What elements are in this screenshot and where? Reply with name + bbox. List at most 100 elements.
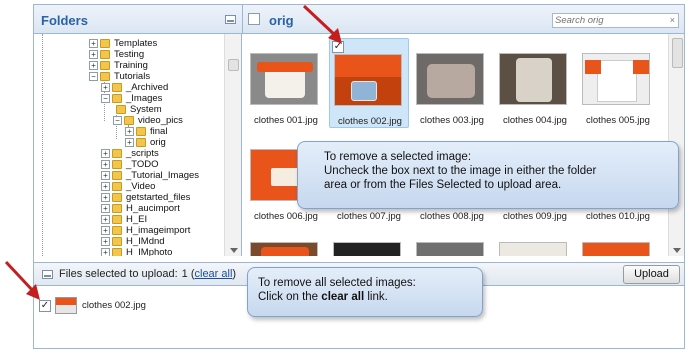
- tree-item-label: H_IMphoto: [126, 247, 173, 256]
- expand-icon[interactable]: +: [101, 182, 110, 191]
- folder-icon: [112, 193, 122, 202]
- image-thumbnail: [582, 53, 650, 105]
- grid-scroll-thumb[interactable]: [672, 38, 683, 68]
- image-thumbnail: [334, 54, 402, 106]
- tree-item-label: H_EI: [126, 214, 148, 225]
- orig-title: orig: [269, 13, 294, 28]
- tree-item-label: orig: [150, 137, 166, 148]
- callout-text: Click on the: [258, 291, 319, 303]
- selected-files-title: Files selected to upload: 1 (clear all): [59, 268, 237, 280]
- image-tile[interactable]: clothes 001.jpg: [246, 38, 326, 128]
- image-thumbnail: [499, 242, 567, 256]
- folder-icon: [100, 61, 110, 70]
- folder-icon: [112, 248, 122, 256]
- expand-icon[interactable]: +: [125, 127, 134, 136]
- tree-scroll-thumb[interactable]: [228, 59, 239, 71]
- scroll-down-icon[interactable]: [673, 248, 681, 253]
- red-arrow-icon: [4, 260, 40, 300]
- expand-icon[interactable]: +: [101, 215, 110, 224]
- callout-remove-selected: To remove a selected image: Uncheck the …: [297, 141, 679, 209]
- folder-icon: [112, 94, 122, 103]
- folder-icon: [124, 116, 134, 125]
- expand-icon[interactable]: +: [101, 171, 110, 180]
- tree-item-label: System: [130, 104, 162, 115]
- tree-item-label: _TODO: [126, 159, 159, 170]
- image-filename: clothes 007.jpg: [337, 211, 401, 222]
- callout-line: To remove a selected image:: [324, 151, 472, 163]
- tree-item-label: _Video: [126, 181, 156, 192]
- image-tile[interactable]: [246, 227, 326, 256]
- tree-item-label: H_IMdnd: [126, 236, 165, 247]
- image-filename: clothes 001.jpg: [254, 115, 318, 126]
- image-tile[interactable]: [578, 227, 658, 256]
- tree-item-label: _Archived: [126, 82, 169, 93]
- image-thumbnail: [250, 53, 318, 105]
- folder-icon: [136, 138, 146, 147]
- tree-item-label: getstarted_files: [126, 192, 191, 203]
- image-thumbnail: [333, 242, 401, 256]
- image-thumbnail: [416, 242, 484, 256]
- folder-icon: [112, 226, 122, 235]
- search-box[interactable]: ×: [552, 13, 679, 28]
- folder-icon: [116, 105, 126, 114]
- folder-icon: [112, 204, 122, 213]
- folder-icon: [136, 127, 146, 136]
- callout-text: link.: [367, 291, 388, 303]
- tree-item-label: Testing: [114, 49, 145, 60]
- selected-file-thumbnail: [55, 297, 77, 314]
- expand-icon[interactable]: +: [101, 83, 110, 92]
- tree-item-label: Training: [114, 60, 148, 71]
- expand-icon[interactable]: +: [89, 39, 98, 48]
- expand-icon[interactable]: +: [101, 160, 110, 169]
- image-filename: clothes 003.jpg: [420, 115, 484, 126]
- collapse-icon[interactable]: −: [101, 94, 110, 103]
- image-tile[interactable]: clothes 004.jpg: [495, 38, 575, 128]
- expand-icon[interactable]: +: [101, 226, 110, 235]
- red-arrow-icon: [302, 4, 342, 44]
- selected-count: 1: [181, 268, 188, 280]
- upload-button[interactable]: Upload: [623, 265, 680, 284]
- folder-icon: [100, 39, 110, 48]
- callout-line: Click on the clear all link.: [258, 290, 482, 304]
- folder-icon: [100, 72, 110, 81]
- image-filename: clothes 006.jpg: [254, 211, 318, 222]
- callout-line: To remove all selected images:: [258, 277, 416, 289]
- callout-bold-text: clear all: [321, 291, 365, 303]
- expand-icon[interactable]: +: [101, 193, 110, 202]
- image-filename: clothes 009.jpg: [503, 211, 567, 222]
- tree-item-label: H_aucimport: [126, 203, 180, 214]
- selected-files-label: Files selected to upload:: [59, 268, 178, 280]
- image-filename: clothes 005.jpg: [586, 115, 650, 126]
- image-filename: clothes 004.jpg: [503, 115, 567, 126]
- image-tile-selected[interactable]: ✓ clothes 002.jpg: [329, 38, 409, 128]
- clear-all-link[interactable]: clear all: [195, 268, 233, 280]
- folders-header: Folders: [33, 4, 242, 34]
- image-tile[interactable]: clothes 005.jpg: [578, 38, 658, 128]
- image-tile[interactable]: clothes 003.jpg: [412, 38, 492, 128]
- expand-icon[interactable]: +: [101, 237, 110, 246]
- folder-tree: + Templates + Testing + Training − Tutor…: [33, 34, 242, 256]
- tree-item-label: Tutorials: [114, 71, 151, 82]
- expand-icon[interactable]: +: [101, 248, 110, 256]
- clear-search-icon[interactable]: ×: [670, 15, 675, 25]
- tree-item-label: video_pics: [138, 115, 183, 126]
- image-filename: clothes 002.jpg: [338, 116, 402, 127]
- expand-icon[interactable]: +: [89, 61, 98, 70]
- tree-item-label: Templates: [114, 38, 158, 49]
- image-tile[interactable]: [412, 227, 492, 256]
- search-input[interactable]: [555, 14, 665, 27]
- select-all-checkbox[interactable]: [248, 13, 260, 25]
- expand-icon[interactable]: +: [125, 138, 134, 147]
- image-tile[interactable]: [329, 227, 409, 256]
- minimize-icon[interactable]: [225, 15, 236, 24]
- expand-icon[interactable]: +: [101, 204, 110, 213]
- collapse-icon[interactable]: −: [89, 72, 98, 81]
- page-root: Folders + Templates + Testing + Training…: [0, 0, 695, 353]
- expand-icon[interactable]: +: [101, 149, 110, 158]
- tree-scrollbar[interactable]: [224, 34, 241, 256]
- collapse-icon[interactable]: −: [113, 116, 122, 125]
- scroll-down-icon[interactable]: [230, 248, 238, 253]
- folder-icon: [112, 182, 122, 191]
- expand-icon[interactable]: +: [89, 50, 98, 59]
- image-tile[interactable]: [495, 227, 575, 256]
